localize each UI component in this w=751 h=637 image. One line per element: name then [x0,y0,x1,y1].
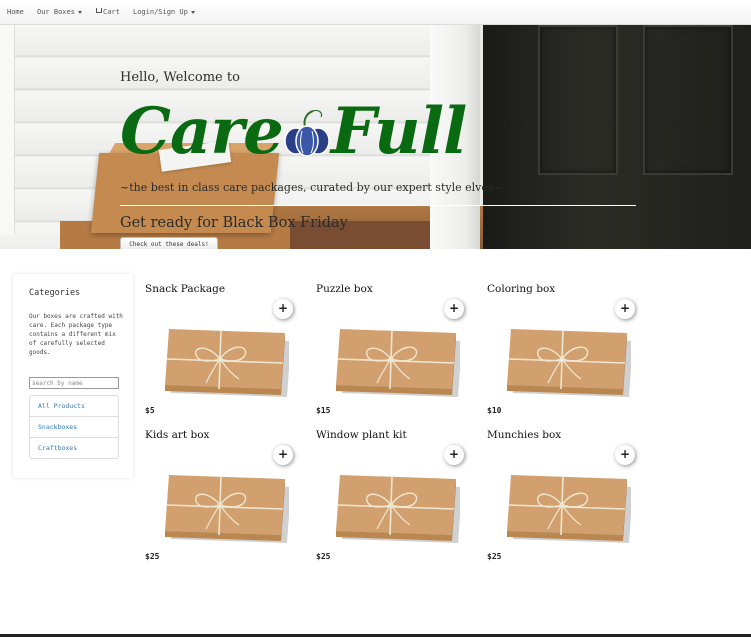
add-to-cart-button[interactable]: + [615,299,635,319]
product-card[interactable]: Window plant kit + $25 [316,429,476,569]
gift-box-image[interactable] [151,449,289,545]
brand-logo: Care Full [120,94,467,169]
search-input[interactable] [29,377,119,389]
product-price: $25 [316,552,331,561]
product-card[interactable]: Puzzle box + $15 [316,283,476,423]
product-price: $25 [145,552,160,561]
hero-tagline: ~the best in class care packages, curate… [120,181,503,194]
gift-box-image[interactable] [151,303,289,399]
gift-box-image[interactable] [493,449,631,545]
brand-name-part2: Full [330,94,467,169]
product-card[interactable]: Snack Package + $5 [145,283,305,423]
brand-name-part1: Care [120,94,284,169]
product-card[interactable]: Coloring box + $10 [487,283,647,423]
nav-home-link[interactable]: Home [7,8,24,16]
nav-login-label: Login/Sign Up [133,8,188,16]
product-name: Coloring box [487,283,556,295]
check-deals-button[interactable]: Check out these deals! [120,237,218,249]
top-navbar: Home Our Boxes Cart Login/Sign Up [0,0,751,25]
category-list: All Products Snackboxes Craftboxes [29,395,119,459]
product-name: Kids art box [145,429,210,441]
product-card[interactable]: Munchies box + $25 [487,429,647,569]
cart-icon [96,8,102,13]
product-price: $25 [487,552,502,561]
chevron-down-icon [77,10,82,14]
nav-login-dropdown[interactable]: Login/Sign Up [133,8,195,16]
category-craftboxes[interactable]: Craftboxes [29,437,119,459]
add-to-cart-button[interactable]: + [273,299,293,319]
nav-our-boxes-label: Our Boxes [37,8,75,16]
product-card[interactable]: Kids art box + $25 [145,429,305,569]
sidebar-description: Our boxes are crafted with care. Each pa… [29,313,123,356]
product-name: Puzzle box [316,283,373,295]
product-price: $5 [145,406,155,415]
hero-banner: Hello, Welcome to Care Full ~the best in… [0,25,751,249]
product-price: $10 [487,406,502,415]
nav-cart-label: Cart [103,8,120,16]
product-name: Snack Package [145,283,226,295]
nav-cart-link[interactable]: Cart [96,8,120,16]
category-snackboxes[interactable]: Snackboxes [29,416,119,438]
product-name: Window plant kit [316,429,407,441]
hero-greeting: Hello, Welcome to [120,70,240,85]
categories-sidebar: Categories Our boxes are crafted with ca… [13,274,133,478]
add-to-cart-button[interactable]: + [615,445,635,465]
nav-our-boxes-dropdown[interactable]: Our Boxes [37,8,82,16]
hero-promo-heading: Get ready for Black Box Friday [120,215,348,231]
gift-box-image[interactable] [322,449,460,545]
pumpkin-icon [283,97,331,167]
add-to-cart-button[interactable]: + [444,299,464,319]
add-to-cart-button[interactable]: + [273,445,293,465]
product-name: Munchies box [487,429,562,441]
chevron-down-icon [190,10,195,14]
category-all-products[interactable]: All Products [29,395,119,417]
sidebar-title: Categories [29,288,81,298]
product-price: $15 [316,406,331,415]
hero-divider [120,205,636,206]
gift-box-image[interactable] [493,303,631,399]
gift-box-image[interactable] [322,303,460,399]
add-to-cart-button[interactable]: + [444,445,464,465]
